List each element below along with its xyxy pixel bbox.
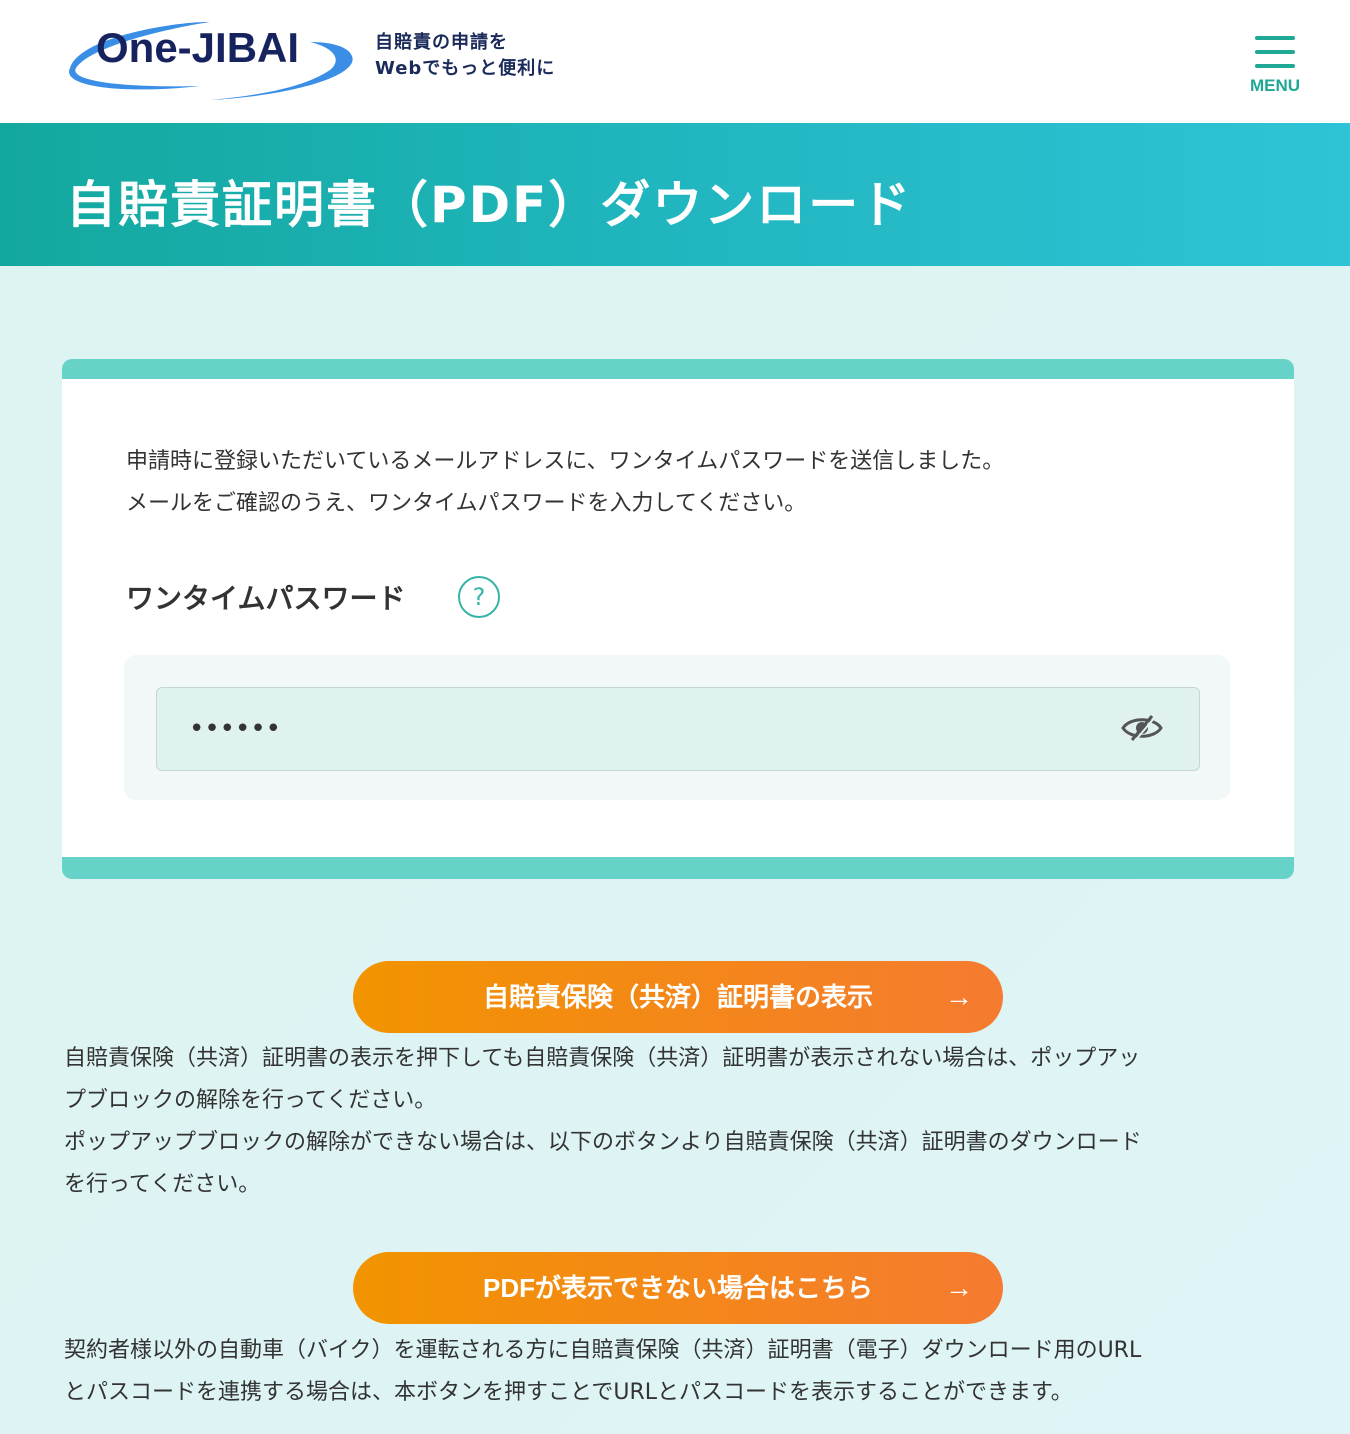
otp-description: 申請時に登録いただいているメールアドレスに、ワンタイムパスワードを送信しました。… <box>126 441 1226 525</box>
note-line: とパスコードを連携する場合は、本ボタンを押すことでURLとパスコードを表示するこ… <box>64 1380 1073 1405</box>
hamburger-icon <box>1255 36 1295 40</box>
show-certificate-button[interactable]: 自賠責保険（共済）証明書の表示 → <box>353 961 1003 1033</box>
help-icon[interactable]: ? <box>458 576 500 618</box>
otp-password-input[interactable] <box>156 687 1200 771</box>
note-line: 自賠責保険（共済）証明書の表示を押下しても自賠責保険（共済）証明書が表示されない… <box>64 1046 1141 1071</box>
note-line: プブロックの解除を行ってください。 <box>64 1088 437 1113</box>
description-line: 申請時に登録いただいているメールアドレスに、ワンタイムパスワードを送信しました。 <box>126 449 1005 474</box>
share-url-note: 契約者様以外の自動車（バイク）を運転される方に自賠責保険（共済）証明書（電子）ダ… <box>64 1330 1294 1414</box>
button-label: 自賠責保険（共済）証明書の表示 <box>482 982 873 1012</box>
logo-swoosh-icon: One-JIBAI <box>69 21 353 100</box>
page-title: 自賠責証明書（PDF）ダウンロード <box>66 176 913 234</box>
button-label: PDFが表示できない場合はこちら <box>482 1273 873 1303</box>
description-line: メールをご確認のうえ、ワンタイムパスワードを入力してください。 <box>126 491 807 516</box>
tagline: 自賠責の申請を Webでもっと便利に <box>375 30 555 82</box>
menu-label: MENU <box>1249 76 1301 95</box>
arrow-right-icon: → <box>945 1272 973 1303</box>
otp-card: 申請時に登録いただいているメールアドレスに、ワンタイムパスワードを送信しました。… <box>62 359 1294 879</box>
site-header: One-JIBAI 自賠責の申請を Webでもっと便利に MENU <box>0 0 1350 123</box>
pdf-fallback-button[interactable]: PDFが表示できない場合はこちら → <box>353 1252 1003 1324</box>
hamburger-icon <box>1255 64 1295 68</box>
arrow-right-icon: → <box>945 981 973 1012</box>
note-line: ポップアップブロックの解除ができない場合は、以下のボタンより自賠責保険（共済）証… <box>64 1130 1142 1155</box>
menu-button[interactable]: MENU <box>1240 30 1310 100</box>
hamburger-icon <box>1255 50 1295 54</box>
card-bottom-strip <box>62 857 1294 879</box>
otp-input-wrapper <box>124 655 1230 800</box>
note-line: 契約者様以外の自動車（バイク）を運転される方に自賠責保険（共済）証明書（電子）ダ… <box>64 1338 1142 1363</box>
tagline-line: Webでもっと便利に <box>375 58 556 79</box>
eye-slash-icon[interactable] <box>1120 713 1164 743</box>
one-jibai-logo[interactable]: One-JIBAI <box>60 16 360 106</box>
svg-text:One-JIBAI: One-JIBAI <box>96 24 299 71</box>
tagline-line: 自賠責の申請を <box>375 32 508 53</box>
otp-field-label: ワンタイムパスワード <box>126 582 406 615</box>
popup-block-note: 自賠責保険（共済）証明書の表示を押下しても自賠責保険（共済）証明書が表示されない… <box>64 1038 1294 1206</box>
title-band: 自賠責証明書（PDF）ダウンロード <box>0 123 1350 266</box>
card-top-strip <box>62 359 1294 379</box>
note-line: を行ってください。 <box>64 1172 261 1197</box>
